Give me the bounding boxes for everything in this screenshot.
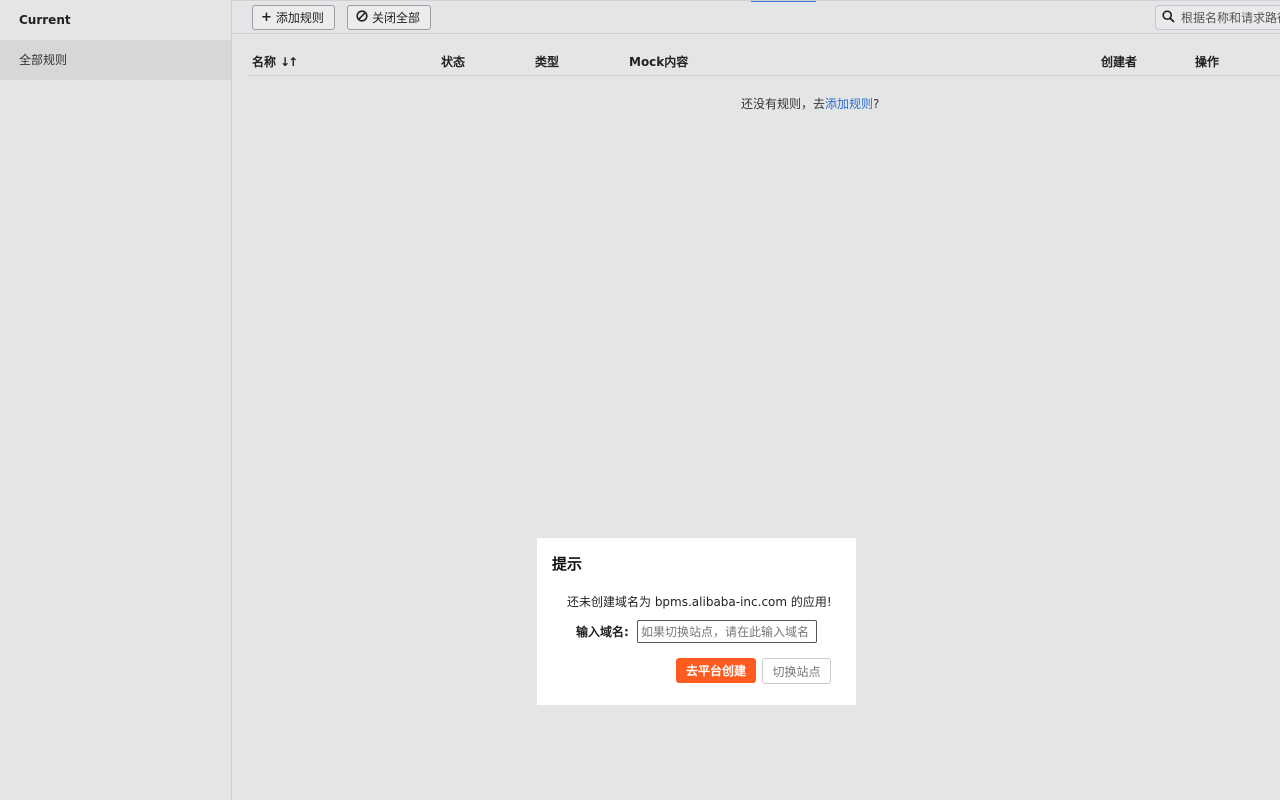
column-header-mock-content: Mock内容: [629, 55, 689, 69]
add-rule-link[interactable]: 添加规则: [825, 97, 873, 111]
switch-site-button[interactable]: 切换站点: [762, 658, 831, 684]
close-all-label: 关闭全部: [372, 11, 421, 25]
domain-input[interactable]: [637, 620, 817, 643]
sidebar-item-all-rules[interactable]: 全部规则: [0, 40, 231, 80]
column-name-label: 名称: [252, 55, 277, 69]
notice-dialog: 提示 还未创建域名为 bpms.alibaba-inc.com 的应用! 输入域…: [537, 538, 856, 705]
column-header-actions: 操作: [1195, 55, 1220, 69]
add-rule-label: 添加规则: [275, 11, 324, 25]
toolbar: + 添加规则 关闭全部: [232, 0, 1280, 34]
empty-state-message: 还没有规则，去添加规则?: [741, 95, 879, 112]
add-rule-button[interactable]: + 添加规则: [252, 5, 335, 30]
sidebar: Current 全部规则: [0, 0, 232, 800]
column-header-status: 状态: [441, 55, 466, 69]
plus-icon: +: [261, 10, 272, 25]
search-input[interactable]: [1175, 10, 1280, 25]
column-header-name[interactable]: 名称 ↓↑: [252, 53, 298, 70]
empty-prefix: 还没有规则，去: [741, 97, 826, 111]
dialog-message: 还未创建域名为 bpms.alibaba-inc.com 的应用!: [567, 595, 832, 609]
close-all-button[interactable]: 关闭全部: [347, 5, 432, 30]
sidebar-header: Current: [19, 13, 71, 27]
create-on-platform-button[interactable]: 去平台创建: [676, 658, 756, 683]
dialog-title: 提示: [552, 555, 583, 573]
domain-input-label: 输入域名:: [576, 625, 629, 639]
empty-suffix: ?: [873, 97, 880, 111]
column-header-type: 类型: [535, 55, 560, 69]
table-header: 名称 ↓↑ 状态 类型 Mock内容 创建者 操作: [248, 46, 1280, 76]
ban-icon: [356, 10, 368, 25]
column-header-creator: 创建者: [1101, 55, 1138, 69]
search-icon: [1162, 8, 1175, 27]
search-box[interactable]: [1155, 5, 1280, 30]
sort-icon[interactable]: ↓↑: [280, 55, 298, 69]
